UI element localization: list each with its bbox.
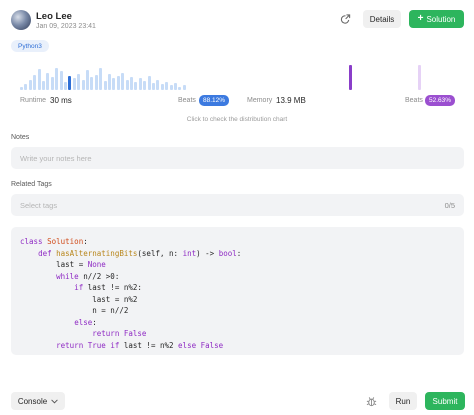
debug-button[interactable] (364, 394, 378, 408)
memory-distribution-bar (349, 65, 352, 90)
runtime-distribution-bar (103, 81, 107, 90)
related-tags-label: Related Tags (11, 181, 52, 188)
runtime-distribution-bar (68, 76, 72, 90)
runtime-distribution-bar (178, 87, 182, 90)
console-button-label: Console (17, 396, 48, 406)
share-icon (340, 13, 350, 24)
memory-label: Memory (247, 97, 273, 104)
chevron-down-icon (51, 399, 58, 404)
runtime-distribution-bar (64, 82, 67, 90)
memory-distribution-bar (418, 65, 421, 90)
runtime-distribution-bar (156, 80, 160, 90)
runtime-distribution-bar (37, 69, 41, 90)
code-line: else: (74, 317, 97, 327)
runtime-distribution-bar (46, 73, 50, 90)
runtime-distribution-bar (130, 77, 133, 90)
user-name[interactable]: Leo Lee (36, 11, 72, 22)
runtime-distribution-bar (138, 78, 142, 90)
notes-placeholder: Write your notes here (20, 154, 92, 163)
runtime-distribution-bar (147, 76, 151, 90)
code-line: def hasAlternatingBits(self, n: int) -> … (38, 248, 242, 258)
runtime-distribution-bar (28, 80, 32, 90)
code-line: n = n//2 (20, 306, 129, 315)
code-line: if last != n%2: (74, 283, 142, 292)
runtime-distribution-bar (72, 78, 76, 90)
runtime-distribution-bar (99, 68, 103, 90)
share-button[interactable] (336, 10, 354, 28)
runtime-distribution-bar (169, 85, 173, 90)
runtime-distribution-bar (42, 81, 45, 90)
memory-beats-badge: 52.63% (425, 95, 456, 106)
submission-date: Jan 09, 2023 23:41 (36, 23, 96, 30)
code-line: last = None (20, 260, 106, 269)
runtime-distribution-bar (152, 83, 155, 90)
runtime-distribution-bar (33, 75, 37, 90)
runtime-distribution-bar (81, 80, 85, 90)
runtime-distribution-bar (134, 82, 138, 90)
details-button[interactable]: Details (363, 10, 401, 28)
runtime-distribution-bar (160, 84, 164, 90)
code-line: return False (92, 329, 147, 338)
runtime-distribution-bar (125, 80, 129, 90)
runtime-distribution-bar (165, 82, 169, 90)
runtime-label: Runtime (20, 97, 47, 104)
memory-beats-label: Beats (405, 97, 423, 104)
runtime-distribution-bar (116, 76, 120, 90)
runtime-distribution-bar (174, 83, 177, 90)
runtime-distribution-bar (182, 85, 186, 90)
runtime-distribution-bar (20, 87, 23, 90)
solution-button[interactable]: + Solution (409, 10, 464, 28)
plus-icon: + (417, 13, 424, 24)
runtime-distribution-bar (50, 77, 54, 90)
runtime-value: 30 ms (50, 96, 72, 105)
runtime-distribution-bar (108, 74, 111, 90)
runtime-distribution-bar (121, 73, 125, 90)
runtime-distribution-bar (59, 71, 63, 90)
notes-label: Notes (11, 134, 30, 141)
code-line: return True if last != n%2 else False (56, 340, 224, 350)
notes-input[interactable]: Write your notes here (11, 147, 464, 169)
code-line: last = n%2 (20, 294, 138, 304)
tags-count: 0/5 (444, 201, 455, 210)
runtime-beats-badge: 88.12% (199, 95, 230, 106)
memory-value: 13.9 MB (276, 96, 306, 105)
tags-select[interactable]: Select tags 0/5 (11, 194, 464, 216)
avatar[interactable] (11, 10, 31, 30)
runtime-distribution-bar (112, 78, 116, 90)
runtime-distribution-bar (90, 77, 94, 90)
console-button[interactable]: Console (11, 392, 65, 410)
submit-button[interactable]: Submit (425, 392, 465, 410)
code-line: while n//2 >0: (56, 271, 120, 281)
language-tag: Python3 (11, 40, 49, 52)
runtime-beats-label: Beats (178, 97, 196, 104)
code-line: class Solution: (20, 237, 88, 246)
runtime-distribution-bar (55, 68, 59, 90)
runtime-distribution-bar (86, 70, 89, 90)
runtime-distribution-bar (143, 81, 147, 90)
runtime-distribution-bar (24, 84, 28, 90)
distribution-hint[interactable]: Click to check the distribution chart (0, 116, 474, 123)
run-button[interactable]: Run (389, 392, 417, 410)
solution-button-label: Solution (426, 14, 456, 24)
runtime-distribution-bar (94, 75, 98, 90)
tags-placeholder: Select tags (20, 201, 58, 210)
runtime-distribution-bar (77, 74, 81, 90)
code-block[interactable]: class Solution: def hasAlternatingBits(s… (11, 227, 464, 355)
bug-icon (366, 396, 376, 406)
